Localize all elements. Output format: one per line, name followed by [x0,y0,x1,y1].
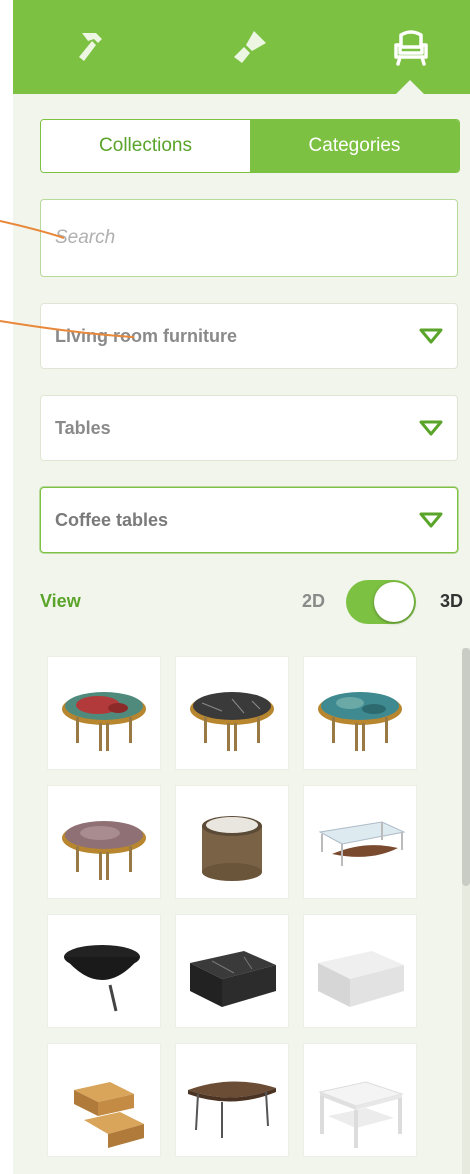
view-mode-toggle[interactable] [346,580,416,624]
teal-marble-table-image [318,692,402,751]
white-shelf-table-image [318,1081,404,1148]
pink-marble-table-image [62,821,146,880]
black-marble-table-image [190,692,274,751]
subtype-dropdown[interactable]: Coffee tables [40,487,458,553]
glass-wood-table-image [318,821,406,866]
chevron-down-icon [419,328,443,344]
product-thumb-4[interactable] [47,785,161,899]
black-bowl-table-image [64,945,140,1012]
wooden-oval-table-image [188,1081,276,1138]
red-marble-table-image [62,692,146,751]
armchair-icon[interactable] [386,22,436,72]
product-thumb-10[interactable] [47,1043,161,1157]
product-thumb-8[interactable] [175,914,289,1028]
scrollbar-thumb[interactable] [462,648,470,886]
product-thumb-9[interactable] [303,914,417,1028]
black-marble-block-image [190,951,276,1007]
type-dropdown[interactable]: Tables [40,395,458,461]
top-toolbar [13,0,470,94]
search-box [40,199,458,277]
chevron-down-icon [419,420,443,436]
product-thumb-12[interactable] [303,1043,417,1157]
active-tab-indicator [396,80,424,94]
categories-tab[interactable]: Categories [250,120,459,172]
furniture-panel: Collections Categories Living room furni… [13,0,470,1174]
view-3d-label[interactable]: 3D [440,591,463,612]
product-thumb-11[interactable] [175,1043,289,1157]
toggle-knob [374,582,414,622]
product-thumb-7[interactable] [47,914,161,1028]
collections-tab[interactable]: Collections [41,120,250,172]
chevron-down-icon [419,512,443,528]
wooden-stacked-table-image [74,1082,144,1148]
white-marble-block-image [318,951,404,1007]
view-2d-label[interactable]: 2D [302,591,325,612]
bronze-drum-table-image [202,816,262,881]
view-label: View [40,591,81,611]
product-thumb-3[interactable] [303,656,417,770]
search-input[interactable] [41,200,457,276]
hammer-icon[interactable] [69,22,119,72]
type-dropdown-value: Tables [55,417,111,438]
collections-categories-switch: Collections Categories [40,119,460,173]
product-thumb-5[interactable] [175,785,289,899]
product-thumb-2[interactable] [175,656,289,770]
room-dropdown-value: Living room furniture [55,325,237,346]
product-thumb-6[interactable] [303,785,417,899]
subtype-dropdown-value: Coffee tables [55,509,169,530]
product-thumb-1[interactable] [47,656,161,770]
room-dropdown[interactable]: Living room furniture [40,303,458,369]
paint-brush-icon[interactable] [225,22,275,72]
